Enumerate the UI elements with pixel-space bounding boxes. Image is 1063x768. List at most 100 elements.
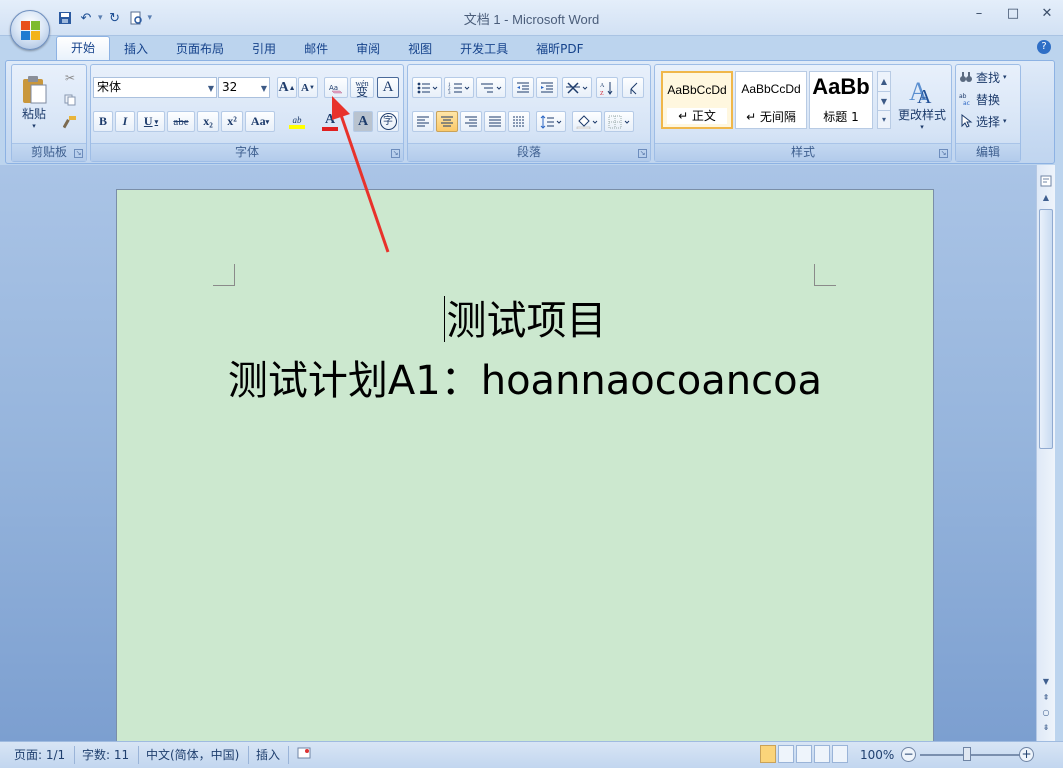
style-no-spacing[interactable]: AaBbCcDd ↵ 无间隔 — [735, 71, 807, 129]
tab-mailings[interactable]: 邮件 — [290, 38, 342, 61]
styles-launcher-icon[interactable]: ↘ — [939, 149, 948, 158]
zoom-in-icon[interactable]: + — [1019, 747, 1034, 762]
grow-font-button[interactable]: A ▲ — [277, 77, 297, 98]
style-heading-1-sample: AaBb — [812, 74, 870, 99]
scroll-up-icon[interactable]: ▲ — [1038, 193, 1054, 207]
document-page[interactable]: 测试项目 测试计划A1：hoannaocoancoa — [116, 189, 934, 749]
styles-scroll-up-icon[interactable]: ▲ — [878, 72, 890, 91]
find-button[interactable]: 查找 ▾ — [958, 67, 1020, 87]
character-shading-button[interactable]: A — [353, 111, 373, 132]
style-heading-1[interactable]: AaBb 标题 1 — [809, 71, 873, 129]
paragraph-group-label: 段落 — [408, 143, 650, 161]
paragraph-launcher-icon[interactable]: ↘ — [638, 149, 647, 158]
font-color-button[interactable]: A — [315, 111, 345, 132]
line-spacing-button[interactable] — [536, 111, 566, 132]
cut-icon[interactable]: ✂ — [60, 69, 80, 87]
shrink-font-button[interactable]: A ▼ — [298, 77, 318, 98]
paste-button[interactable]: 粘贴 ▾ — [16, 67, 52, 137]
tab-view[interactable]: 视图 — [394, 38, 446, 61]
print-layout-view-icon[interactable] — [760, 745, 776, 763]
clipboard-launcher-icon[interactable]: ↘ — [74, 149, 83, 158]
tab-foxit-pdf[interactable]: 福昕PDF — [522, 38, 597, 61]
superscript-button[interactable]: x² — [221, 111, 243, 132]
chinese-layout-button[interactable] — [562, 77, 592, 98]
font-size-combo[interactable]: 32 ▼ — [218, 77, 270, 98]
vertical-scrollbar[interactable]: ▲ ▼ ⇞ ○ ⇟ — [1036, 165, 1055, 741]
paste-dropdown-icon: ▾ — [32, 121, 36, 130]
document-line-1[interactable]: 测试项目 — [117, 288, 933, 346]
outline-view-icon[interactable] — [814, 745, 830, 763]
distributed-button[interactable] — [508, 111, 530, 132]
clear-formatting-button[interactable]: Aa — [324, 77, 348, 98]
office-button[interactable] — [10, 10, 50, 50]
scroll-down-icon[interactable]: ▼ — [1038, 677, 1054, 691]
svg-text:A: A — [917, 86, 932, 106]
style-normal[interactable]: AaBbCcDd ↵ 正文 — [661, 71, 733, 129]
next-page-icon[interactable]: ⇟ — [1038, 723, 1054, 737]
increase-indent-icon — [541, 82, 553, 92]
subscript-button[interactable]: x₂ — [197, 111, 219, 132]
status-language[interactable]: 中文(简体，中国) — [146, 747, 239, 763]
status-page[interactable]: 页面: 1/1 — [14, 747, 65, 763]
decrease-indent-button[interactable] — [512, 77, 534, 98]
format-painter-icon[interactable] — [60, 113, 80, 131]
zoom-out-icon[interactable]: − — [901, 747, 916, 762]
enclose-characters-button[interactable]: 字 — [377, 111, 399, 132]
font-launcher-icon[interactable]: ↘ — [391, 149, 400, 158]
tab-references[interactable]: 引用 — [238, 38, 290, 61]
full-screen-reading-view-icon[interactable] — [778, 745, 794, 763]
status-insert-mode[interactable]: 插入 — [256, 747, 280, 763]
tab-page-layout[interactable]: 页面布局 — [162, 38, 238, 61]
styles-more-icon[interactable]: ▾ — [878, 110, 890, 128]
minimize-button[interactable]: – — [971, 6, 987, 21]
show-marks-button[interactable] — [622, 77, 644, 98]
align-right-button[interactable] — [460, 111, 482, 132]
underline-button[interactable]: U ▾ — [137, 111, 165, 132]
tab-insert[interactable]: 插入 — [110, 38, 162, 61]
bullets-button[interactable] — [412, 77, 442, 98]
status-word-count[interactable]: 字数: 11 — [82, 747, 129, 763]
select-button[interactable]: 选择 ▾ — [958, 111, 1020, 131]
tab-review[interactable]: 审阅 — [342, 38, 394, 61]
close-button[interactable]: ✕ — [1039, 6, 1055, 21]
highlight-button[interactable]: ab — [281, 111, 313, 132]
change-case-button[interactable]: Aa ▾ — [245, 111, 275, 132]
tab-developer[interactable]: 开发工具 — [446, 38, 522, 61]
styles-scroll-down-icon[interactable]: ▼ — [878, 91, 890, 110]
change-styles-button[interactable]: AA 更改样式 ▾ — [895, 67, 949, 139]
italic-button[interactable]: I — [115, 111, 135, 132]
distributed-icon — [513, 116, 525, 126]
paste-label: 粘贴 — [21, 106, 46, 121]
help-icon[interactable]: ? — [1037, 40, 1051, 54]
align-center-button[interactable] — [436, 111, 458, 132]
draft-view-icon[interactable] — [832, 745, 848, 763]
zoom-level[interactable]: 100% — [860, 747, 894, 763]
ruler-toggle-icon[interactable] — [1038, 175, 1054, 189]
macro-record-icon[interactable] — [297, 747, 311, 763]
find-dropdown-icon: ▾ — [1003, 73, 1007, 81]
bold-button[interactable]: B — [93, 111, 113, 132]
font-name-combo[interactable]: 宋体 ▼ — [93, 77, 217, 98]
borders-button[interactable] — [604, 111, 634, 132]
sort-button[interactable]: AZ — [596, 77, 618, 98]
character-border-button[interactable]: A — [377, 77, 399, 98]
vertical-scroll-thumb[interactable] — [1039, 209, 1053, 449]
tab-home[interactable]: 开始 — [56, 36, 111, 61]
align-left-button[interactable] — [412, 111, 434, 132]
document-line-2[interactable]: 测试计划A1：hoannaocoancoa — [117, 348, 933, 406]
browse-object-icon[interactable]: ○ — [1038, 708, 1054, 722]
multilevel-list-button[interactable] — [476, 77, 506, 98]
styles-gallery-scroll[interactable]: ▲ ▼ ▾ — [877, 71, 891, 129]
zoom-slider-thumb[interactable] — [963, 747, 971, 761]
strikethrough-button[interactable]: abe — [167, 111, 195, 132]
maximize-button[interactable]: □ — [1005, 6, 1021, 21]
web-layout-view-icon[interactable] — [796, 745, 812, 763]
justify-button[interactable] — [484, 111, 506, 132]
numbering-button[interactable]: 123 — [444, 77, 474, 98]
copy-icon[interactable] — [60, 91, 80, 109]
replace-button[interactable]: ab ac 替换 — [958, 89, 1020, 109]
previous-page-icon[interactable]: ⇞ — [1038, 693, 1054, 707]
phonetic-guide-button[interactable]: wén 变 — [350, 77, 374, 98]
increase-indent-button[interactable] — [536, 77, 558, 98]
shading-button[interactable] — [572, 111, 602, 132]
